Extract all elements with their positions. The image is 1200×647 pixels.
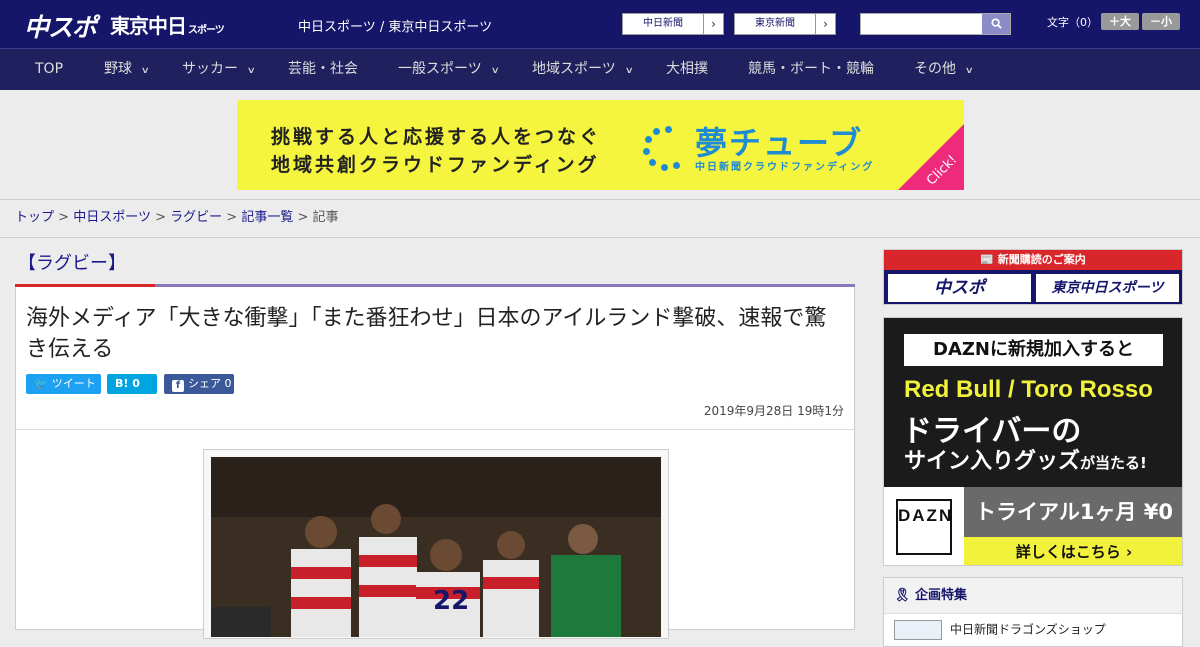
search-input[interactable] bbox=[861, 14, 983, 34]
nav-item-label: その他 bbox=[914, 61, 956, 77]
breadcrumb-top[interactable]: トップ bbox=[15, 210, 54, 225]
tweet-button[interactable]: 🐦 ツイート bbox=[26, 374, 101, 394]
special-features-title: 企画特集 bbox=[915, 588, 968, 603]
text-size-label: 文字（0） bbox=[1047, 16, 1098, 29]
dazn-ad-top: DAZNに新規加入すると bbox=[904, 334, 1163, 366]
article-main: 【ラグビー】 海外メディア「大きな衝撃」「また番狂わせ」日本のアイルランド撃破、… bbox=[15, 239, 855, 639]
nav-item-entertainment[interactable]: 芸能・社会 bbox=[288, 49, 358, 90]
chevron-down-icon: ∨ bbox=[490, 66, 500, 76]
photo-illustration: 22 bbox=[211, 457, 661, 637]
facebook-share-label: シェア 0 bbox=[188, 377, 232, 390]
subscription-heading: 📰 新聞購読のご案内 bbox=[884, 250, 1182, 270]
special-features-box: 🎗 企画特集 中日新聞ドラゴンズショップ bbox=[883, 577, 1183, 647]
article-photo[interactable]: 22 bbox=[203, 449, 669, 639]
nav-item-local-sports[interactable]: 地域スポーツ ∨ bbox=[532, 49, 634, 90]
article-headline: 海外メディア「大きな衝撃」「また番狂わせ」日本のアイルランド撃破、速報で驚き伝え… bbox=[26, 306, 827, 362]
nav-item-baseball[interactable]: 野球 ∨ bbox=[104, 49, 150, 90]
ribbon-icon: 🎗 bbox=[894, 588, 916, 603]
nav-item-label: TOP bbox=[35, 61, 64, 77]
nav-item-other[interactable]: その他 ∨ bbox=[914, 49, 974, 90]
ad-brand-sub: 中日新聞クラウドファンディング bbox=[695, 162, 875, 173]
dazn-more-button[interactable]: 詳しくはこちら › bbox=[964, 537, 1182, 565]
breadcrumb-separator: > bbox=[58, 210, 70, 225]
subscription-box: 📰 新聞購読のご案内 中スポ 東京中日スポーツ bbox=[883, 249, 1183, 305]
nav-item-general-sports[interactable]: 一般スポーツ ∨ bbox=[398, 49, 500, 90]
search-box bbox=[860, 13, 1011, 35]
subscribe-chuspo-button[interactable]: 中スポ bbox=[888, 274, 1031, 302]
top-header: 中スポ 東京中日 スポーツ 中日スポーツ / 東京中日スポーツ 中日新聞 › 東京… bbox=[0, 0, 1200, 48]
special-features-heading: 🎗 企画特集 bbox=[884, 578, 1182, 614]
ad-zone: 挑戦する人と応援する人をつなぐ 地域共創クラウドファンディング 夢チューブ 中日… bbox=[0, 90, 1200, 200]
nav-item-label: 野球 bbox=[104, 61, 132, 77]
nav-item-sumo[interactable]: 大相撲 bbox=[666, 49, 708, 90]
tokyo-shimbun-label: 東京新聞 bbox=[755, 18, 795, 29]
chuspo-logo[interactable]: 中スポ bbox=[24, 8, 97, 44]
subscribe-tokyo-chunichi-button[interactable]: 東京中日スポーツ bbox=[1036, 274, 1179, 302]
ad-line-2: 地域共創クラウドファンディング bbox=[271, 154, 600, 176]
chevron-down-icon: ∨ bbox=[246, 66, 256, 76]
hatena-label: B! 0 bbox=[115, 377, 140, 390]
breadcrumb-separator: > bbox=[297, 210, 309, 225]
ad-line-1: 挑戦する人と応援する人をつなぐ bbox=[271, 126, 602, 148]
special-feature-item[interactable]: 中日新聞ドラゴンズショップ bbox=[894, 620, 1106, 640]
nav-item-label: 一般スポーツ bbox=[398, 61, 482, 77]
twitter-icon: 🐦 bbox=[34, 377, 48, 390]
dazn-ad-goods: サイン入りグッズが当たる! bbox=[904, 443, 1147, 475]
breadcrumb-current: 記事 bbox=[312, 210, 339, 225]
dots-logo-icon bbox=[643, 126, 693, 171]
nav-item-label: サッカー bbox=[182, 61, 238, 77]
search-button[interactable] bbox=[982, 14, 1010, 34]
dazn-ad-goods-suffix: が当たる! bbox=[1080, 454, 1147, 472]
tokyo-chunichi-logo-text: 東京中日 bbox=[110, 14, 187, 38]
dazn-logo-text: DAZN bbox=[896, 499, 952, 555]
tokyo-chunichi-logo-small: スポーツ bbox=[188, 25, 225, 36]
site-name: 中日スポーツ / 東京中日スポーツ bbox=[298, 20, 493, 35]
chunichi-shimbun-button[interactable]: 中日新聞 › bbox=[622, 13, 724, 35]
breadcrumb-rugby[interactable]: ラグビー bbox=[170, 210, 222, 225]
dazn-ad-goods-label: サイン入りグッズ bbox=[904, 449, 1081, 474]
nav-item-soccer[interactable]: サッカー ∨ bbox=[182, 49, 256, 90]
chevron-down-icon: ∨ bbox=[624, 66, 634, 76]
dazn-ad[interactable]: DAZNに新規加入すると Red Bull / Toro Rosso ドライバー… bbox=[883, 317, 1183, 566]
text-decrease-button[interactable]: －小 bbox=[1142, 13, 1180, 30]
feature-thumbnail bbox=[894, 620, 942, 640]
nav-item-label: 大相撲 bbox=[666, 61, 708, 77]
facebook-share-button[interactable]: f シェア 0 bbox=[164, 374, 234, 394]
divider bbox=[16, 429, 854, 430]
jersey-number: 22 bbox=[433, 586, 469, 616]
article-date: 2019年9月28日 19時1分 bbox=[703, 404, 844, 418]
tweet-label: ツイート bbox=[51, 377, 96, 390]
nav-item-label: 競馬・ボート・競輪 bbox=[748, 61, 874, 77]
main-nav: TOP 野球 ∨ サッカー ∨ 芸能・社会 一般スポーツ ∨ 地域スポーツ ∨ 大相撲 … bbox=[0, 48, 1200, 90]
breadcrumb-article-list[interactable]: 記事一覧 bbox=[241, 210, 293, 225]
breadcrumb: トップ > 中日スポーツ > ラグビー > 記事一覧 > 記事 bbox=[0, 200, 1200, 238]
dazn-ad-teams: Red Bull / Toro Rosso bbox=[904, 376, 1153, 403]
dazn-logo: DAZN bbox=[884, 487, 964, 565]
hatena-bookmark-button[interactable]: B! 0 bbox=[107, 374, 157, 394]
chevron-down-icon: ∨ bbox=[964, 66, 974, 76]
newspaper-icon: 📰 bbox=[980, 253, 998, 266]
article-card: 海外メディア「大きな衝撃」「また番狂わせ」日本のアイルランド撃破、速報で驚き伝え… bbox=[15, 287, 855, 639]
facebook-icon: f bbox=[172, 380, 184, 392]
text-increase-button[interactable]: ＋大 bbox=[1101, 13, 1139, 30]
nav-item-top[interactable]: TOP bbox=[35, 49, 63, 90]
yume-tube-ad-banner[interactable]: 挑戦する人と応援する人をつなぐ 地域共創クラウドファンディング 夢チューブ 中日… bbox=[237, 100, 964, 190]
category-heading[interactable]: 【ラグビー】 bbox=[18, 249, 126, 275]
nav-item-label: 芸能・社会 bbox=[288, 61, 358, 77]
rugby-celebration-image: 22 bbox=[211, 457, 661, 637]
breadcrumb-separator: > bbox=[226, 210, 238, 225]
chevron-right-icon: › bbox=[815, 14, 835, 34]
chunichi-shimbun-label: 中日新聞 bbox=[643, 18, 683, 29]
breadcrumb-separator: > bbox=[155, 210, 166, 225]
tokyo-shimbun-button[interactable]: 東京新聞 › bbox=[734, 13, 836, 35]
nav-item-racing[interactable]: 競馬・ボート・競輪 bbox=[748, 49, 874, 90]
tokyo-chunichi-logo[interactable]: 東京中日 スポーツ bbox=[110, 10, 225, 39]
chevron-right-icon: › bbox=[703, 14, 723, 34]
dazn-trial: トライアル1ヶ月 ¥0 bbox=[964, 487, 1182, 537]
search-icon bbox=[990, 18, 1002, 29]
nav-item-label: 地域スポーツ bbox=[532, 61, 616, 77]
chevron-down-icon: ∨ bbox=[140, 66, 150, 76]
subscription-heading-label: 新聞購読のご案内 bbox=[997, 253, 1086, 266]
breadcrumb-chunichi-sports[interactable]: 中日スポーツ bbox=[73, 210, 151, 225]
